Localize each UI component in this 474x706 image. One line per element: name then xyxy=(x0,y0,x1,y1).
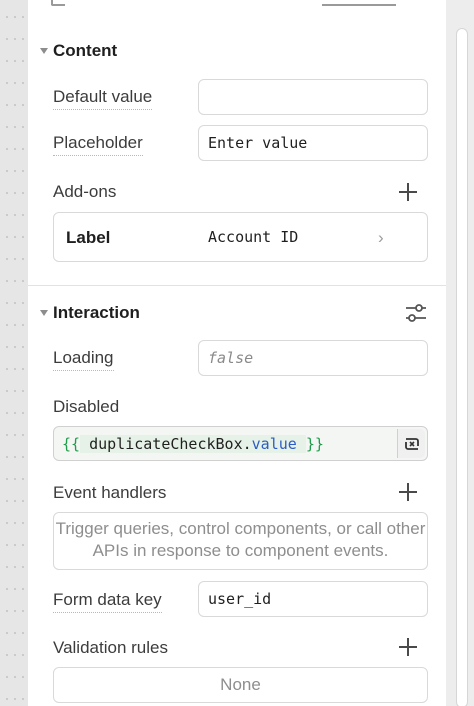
clipped-control xyxy=(322,0,396,6)
validation-rules-empty-state[interactable]: None xyxy=(53,667,428,703)
sliders-icon[interactable] xyxy=(405,303,427,323)
section-header-content[interactable]: Content xyxy=(40,41,117,61)
placeholder-input[interactable]: Enter value xyxy=(198,125,428,161)
event-handlers-label: Event handlers xyxy=(53,483,167,502)
addon-item-name: Label xyxy=(66,228,111,247)
placeholder-label: Placeholder xyxy=(53,133,143,156)
add-validation-rule-plus-icon[interactable] xyxy=(399,638,417,656)
disabled-label: Disabled xyxy=(53,397,120,416)
section-header-interaction[interactable]: Interaction xyxy=(40,303,140,323)
default-value-input[interactable] xyxy=(198,79,428,115)
caret-down-icon xyxy=(40,48,48,54)
caret-down-icon xyxy=(40,310,48,316)
canvas-gutter xyxy=(0,0,28,706)
addon-item-label[interactable]: Label Account ID › xyxy=(53,212,428,262)
section-title: Content xyxy=(53,41,118,60)
disabled-code-input[interactable]: {{ duplicateCheckBox . value }} xyxy=(53,426,428,461)
section-title: Interaction xyxy=(53,303,140,322)
code-close-brace: }} xyxy=(305,434,324,453)
code-dot: . xyxy=(242,434,252,453)
code-identifier: duplicateCheckBox xyxy=(89,434,243,453)
refresh-code-icon[interactable] xyxy=(397,429,425,458)
validation-rules-label: Validation rules xyxy=(53,638,168,657)
chevron-right-icon: › xyxy=(378,228,384,247)
addon-item-value: Account ID xyxy=(208,228,299,246)
default-value-label: Default value xyxy=(53,87,153,110)
section-divider xyxy=(28,285,446,286)
code-property: value xyxy=(251,434,297,453)
addons-label: Add-ons xyxy=(53,182,117,201)
form-data-key-label: Form data key xyxy=(53,590,162,613)
scrollbar-thumb[interactable] xyxy=(456,28,468,706)
event-handlers-empty-state[interactable]: Trigger queries, control components, or … xyxy=(53,512,428,570)
loading-input[interactable]: false xyxy=(198,340,428,376)
add-addon-plus-icon[interactable] xyxy=(399,183,417,201)
add-event-handler-plus-icon[interactable] xyxy=(399,483,417,501)
form-data-key-input[interactable]: user_id xyxy=(198,581,428,617)
code-open-brace: {{ xyxy=(62,434,81,453)
loading-label: Loading xyxy=(53,348,114,371)
clipped-icon xyxy=(51,0,65,6)
